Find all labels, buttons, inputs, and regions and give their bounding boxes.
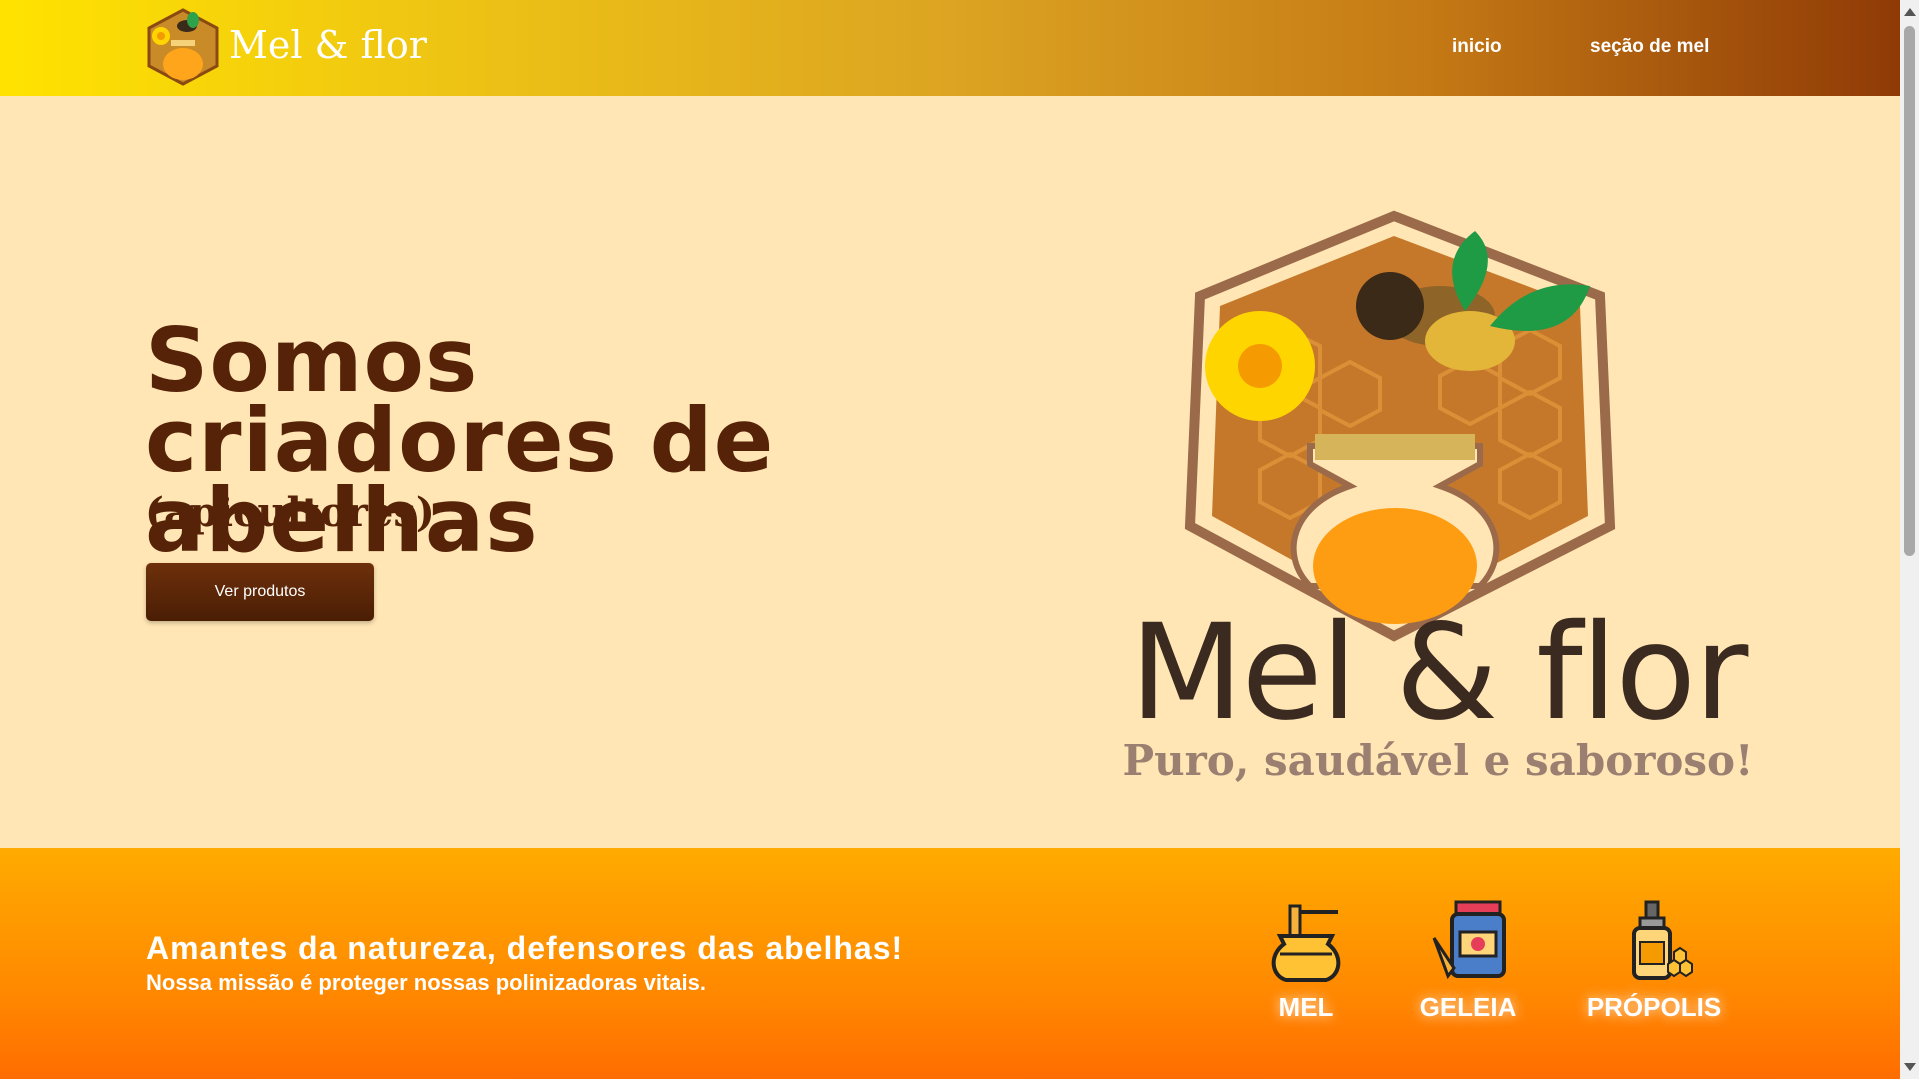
mission-text: Nossa missão é proteger nossas polinizad…	[146, 970, 706, 995]
brand-name: Mel & flor	[229, 23, 427, 67]
scroll-down-arrow-icon[interactable]	[1904, 1063, 1916, 1071]
category-mel[interactable]: MEL	[1226, 898, 1386, 1023]
hero-subtitle: (apicultores)	[145, 489, 435, 536]
category-propolis[interactable]: PRÓPOLIS	[1574, 898, 1734, 1023]
category-label-propolis: PRÓPOLIS	[1586, 992, 1722, 1022]
category-label-geleia: GELEIA	[1419, 992, 1517, 1022]
scroll-up-arrow-icon[interactable]	[1904, 8, 1916, 16]
nav-link-secao-de-mel[interactable]: seção de mel	[1590, 36, 1709, 58]
scrollbar-thumb[interactable]	[1904, 26, 1915, 556]
flower	[1205, 311, 1315, 421]
mission-band: Amantes da natureza, defensores das abel…	[0, 848, 1900, 1079]
category-label-mel: MEL	[1278, 992, 1334, 1022]
hero-logo-tagline: Puro, saudável e saboroso!	[1122, 736, 1754, 785]
ver-produtos-button[interactable]: Ver produtos	[146, 563, 374, 621]
mission-title: Amantes da natureza, defensores das abel…	[146, 930, 904, 966]
honey-pot-icon	[1271, 904, 1341, 982]
page: Mel & flor inicio seção de mel Somos cri…	[0, 0, 1900, 1079]
propolis-dropper-icon	[1632, 900, 1693, 980]
vertical-scrollbar[interactable]	[1900, 0, 1919, 1079]
header-logo[interactable]: Mel & flor	[145, 6, 427, 88]
top-header: Mel & flor inicio seção de mel	[0, 0, 1900, 96]
nav-link-inicio[interactable]: inicio	[1452, 36, 1502, 58]
category-geleia[interactable]: GELEIA	[1388, 898, 1548, 1023]
jam-jar-icon	[1432, 900, 1506, 980]
bee-honey-logo-icon	[147, 8, 219, 86]
hero-section: Somos criadores de abelhas (apicultores)…	[0, 96, 1900, 848]
hero-logo-brand: Mel & flor	[1129, 596, 1749, 750]
